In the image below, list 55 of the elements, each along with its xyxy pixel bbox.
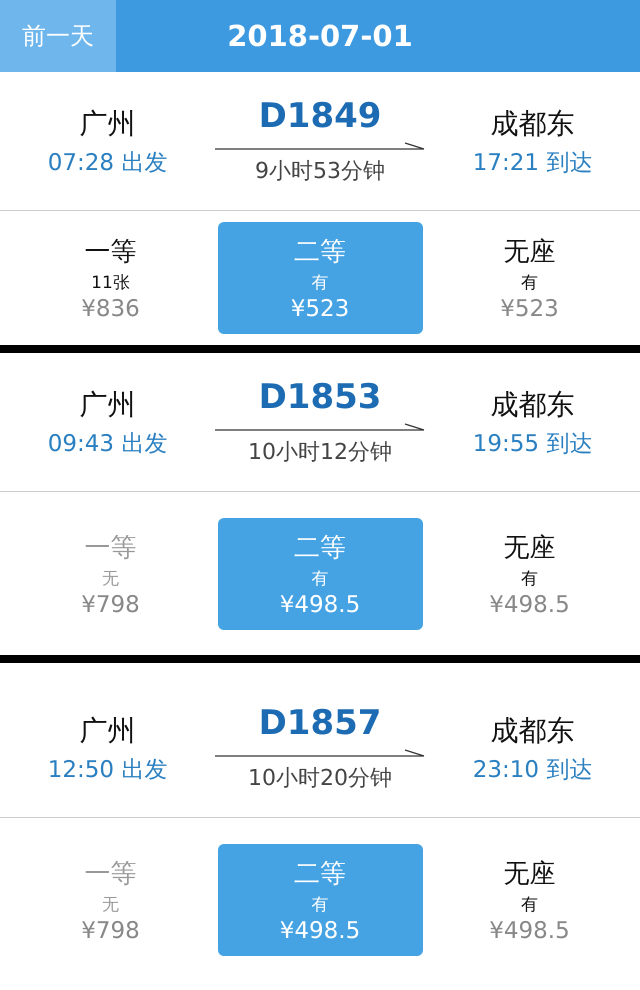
seat-availability: 无 xyxy=(102,568,119,590)
seat-class-option[interactable]: 一等 无 ¥798 xyxy=(8,844,213,956)
travel-duration: 10小时12分钟 xyxy=(248,439,392,467)
seat-price: ¥836 xyxy=(81,296,140,322)
travel-duration: 10小时20分钟 xyxy=(248,765,392,793)
arrival-station: 成都东 xyxy=(490,712,574,748)
departure-station: 广州 xyxy=(80,106,136,142)
seat-class-name: 一等 xyxy=(84,532,136,564)
seat-availability: 有 xyxy=(312,894,328,916)
seat-availability: 有 xyxy=(521,894,538,916)
seat-class-name: 二等 xyxy=(294,236,346,269)
seat-price: ¥798 xyxy=(81,592,140,618)
travel-duration: 9小时53分钟 xyxy=(255,158,385,186)
seat-availability: 有 xyxy=(312,568,328,590)
seat-price: ¥498.5 xyxy=(489,592,570,618)
departure-station: 广州 xyxy=(80,712,136,748)
seat-availability: 有 xyxy=(521,568,538,590)
train-number: D1853 xyxy=(258,377,382,417)
arrival-time: 19:55 到达 xyxy=(472,430,592,458)
departure-station: 广州 xyxy=(80,386,136,422)
train-number: D1857 xyxy=(258,703,382,743)
seat-price: ¥498.5 xyxy=(280,918,360,944)
seat-class-option[interactable]: 一等 11张 ¥836 xyxy=(8,222,213,334)
seat-class-option[interactable]: 一等 无 ¥798 xyxy=(8,518,213,630)
seat-class-option[interactable]: 无座 有 ¥498.5 xyxy=(427,844,632,956)
seat-class-name: 二等 xyxy=(294,532,346,564)
seat-price: ¥523 xyxy=(290,296,350,322)
seat-class-option[interactable]: 无座 有 ¥523 xyxy=(427,222,632,334)
train-card[interactable]: 广州 12:50 出发 D1857 10小时20分钟 成都东 23:10 到达 一等 无 ¥798 二等 有 ¥498.5 无座 有 ¥498.5 xyxy=(0,663,640,981)
arrival-station: 成都东 xyxy=(490,386,574,422)
seat-class-name: 无座 xyxy=(504,532,556,564)
departure-time: 07:28 出发 xyxy=(48,148,168,178)
seat-price: ¥498.5 xyxy=(489,918,570,944)
departure-time: 12:50 出发 xyxy=(48,756,168,784)
seat-availability: 有 xyxy=(312,272,328,294)
departure-time: 09:43 出发 xyxy=(48,430,168,458)
arrival-time: 23:10 到达 xyxy=(472,756,592,784)
seat-class-name: 一等 xyxy=(84,858,136,890)
seat-class-option[interactable]: 无座 有 ¥498.5 xyxy=(427,518,632,630)
date-title: 2018-07-01 xyxy=(227,19,413,53)
seat-availability: 有 xyxy=(521,272,538,294)
seat-price: ¥523 xyxy=(500,296,559,322)
seat-class-name: 无座 xyxy=(504,236,556,269)
seat-class-name: 二等 xyxy=(294,858,346,890)
train-card[interactable]: 广州 07:28 出发 D1849 9小时53分钟 成都东 17:21 到达 一等 11张 ¥836 二等 有 ¥523 无座 有 ¥523 xyxy=(0,72,640,345)
seat-price: ¥498.5 xyxy=(280,592,360,618)
train-card[interactable]: 广州 09:43 出发 D1853 10小时12分钟 成都东 19:55 到达 一等 无 ¥798 二等 有 ¥498.5 无座 有 ¥498.5 xyxy=(0,353,640,655)
seat-price: ¥798 xyxy=(81,918,140,944)
seat-class-name: 无座 xyxy=(504,858,556,890)
seat-availability: 11张 xyxy=(91,272,130,294)
seat-availability: 无 xyxy=(102,894,119,916)
arrival-station: 成都东 xyxy=(490,106,574,142)
train-number: D1849 xyxy=(258,96,382,136)
arrival-time: 17:21 到达 xyxy=(472,148,592,178)
seat-class-name: 一等 xyxy=(84,236,136,269)
